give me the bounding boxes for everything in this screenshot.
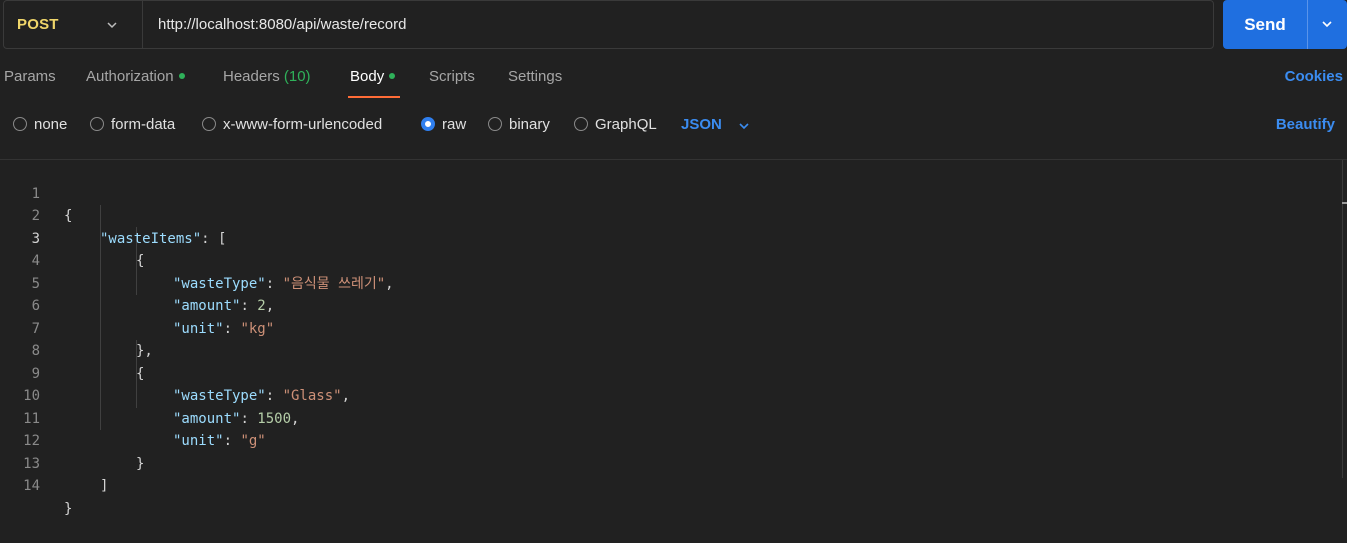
code-line: 7 }, — [0, 295, 1340, 360]
url-input[interactable]: http://localhost:8080/api/waste/record — [158, 1, 406, 48]
status-dot — [178, 73, 185, 79]
tab-body[interactable]: Body — [350, 68, 396, 85]
tab-label: Body — [350, 68, 385, 85]
code-line: 8 { — [0, 318, 1340, 382]
radio-button[interactable] — [488, 117, 502, 131]
body-type-none[interactable]: none — [13, 116, 67, 133]
body-type-graphql[interactable]: GraphQL — [574, 116, 657, 133]
request-tabs: Params Authorization Headers (10) Body S… — [0, 58, 1347, 100]
line-number: 14 — [23, 478, 40, 494]
radio-button[interactable] — [90, 117, 104, 131]
tab-headers[interactable]: Headers (10) — [223, 68, 311, 85]
tab-label: Scripts — [429, 68, 475, 85]
code-line: 13 ] — [0, 430, 1340, 495]
body-type-raw[interactable]: raw — [421, 116, 466, 133]
send-button[interactable]: Send — [1223, 0, 1307, 49]
request-bar: POST http://localhost:8080/api/waste/rec… — [0, 0, 1347, 50]
status-dot — [389, 73, 396, 79]
option-label: GraphQL — [595, 116, 657, 133]
chevron-down-icon — [1322, 21, 1332, 28]
code-line: 10 "amount": 1500, — [0, 363, 1340, 427]
send-button-group: Send — [1223, 0, 1347, 49]
chevron-down-icon[interactable] — [737, 119, 751, 133]
tab-label: Headers — [223, 68, 280, 85]
code-line: 3 { — [0, 205, 1340, 270]
tab-scripts[interactable]: Scripts — [429, 68, 475, 85]
body-type-options: none form-data x-www-form-urlencoded raw… — [0, 104, 1347, 146]
beautify-button[interactable]: Beautify — [1276, 116, 1335, 133]
url-bar: POST http://localhost:8080/api/waste/rec… — [3, 0, 1214, 49]
tab-settings[interactable]: Settings — [508, 68, 562, 85]
tab-label: Params — [4, 68, 56, 85]
tab-count-badge: (10) — [283, 68, 311, 85]
radio-button[interactable] — [202, 117, 216, 131]
json-punct: } — [64, 500, 73, 517]
code-line: 6 "unit": "kg" — [0, 273, 1340, 337]
code-line: 11 "unit": "g" — [0, 385, 1340, 450]
chevron-down-icon[interactable] — [105, 18, 119, 32]
radio-button[interactable] — [13, 117, 27, 131]
send-options-button[interactable] — [1307, 0, 1347, 49]
radio-button[interactable] — [574, 117, 588, 131]
scrollbar-marker — [1342, 202, 1347, 204]
code-editor[interactable]: 1 { 2 "wasteItems": [ 3 { 4 "wasteType":… — [0, 160, 1347, 517]
code-text: } — [64, 498, 72, 521]
tab-label: Settings — [508, 68, 563, 85]
body-type-form-data[interactable]: form-data — [90, 116, 175, 133]
code-line: 9 "wasteType": "Glass", — [0, 340, 1340, 405]
option-label: binary — [509, 116, 550, 133]
option-label: raw — [442, 116, 467, 133]
editor-scrollbar[interactable] — [1342, 160, 1343, 478]
code-text: ] — [100, 475, 108, 498]
method-select[interactable]: POST — [17, 1, 59, 48]
body-type-urlencoded[interactable]: x-www-form-urlencoded — [202, 116, 382, 133]
option-label: none — [34, 116, 68, 133]
body-type-binary[interactable]: binary — [488, 116, 550, 133]
format-select[interactable]: JSON — [681, 116, 722, 133]
code-line: 12 } — [0, 408, 1340, 472]
tab-label: Authorization — [86, 68, 174, 85]
radio-button-checked[interactable] — [421, 117, 435, 131]
code-line: 5 "amount": 2, — [0, 250, 1340, 315]
option-label: form-data — [111, 116, 176, 133]
code-line: 4 "wasteType": "음식물 쓰레기", — [0, 228, 1340, 292]
tab-params[interactable]: Params — [4, 68, 56, 85]
code-line: 2 "wasteItems": [ — [0, 183, 1340, 247]
tab-authorization[interactable]: Authorization — [86, 68, 185, 85]
code-line: 1 { — [0, 160, 1340, 225]
cookies-link[interactable]: Cookies — [1285, 68, 1343, 85]
option-label: x-www-form-urlencoded — [223, 116, 383, 133]
json-punct: ] — [100, 478, 109, 494]
active-tab-indicator — [348, 96, 400, 98]
code-line: 14 } — [0, 453, 1340, 517]
url-divider — [142, 1, 143, 48]
